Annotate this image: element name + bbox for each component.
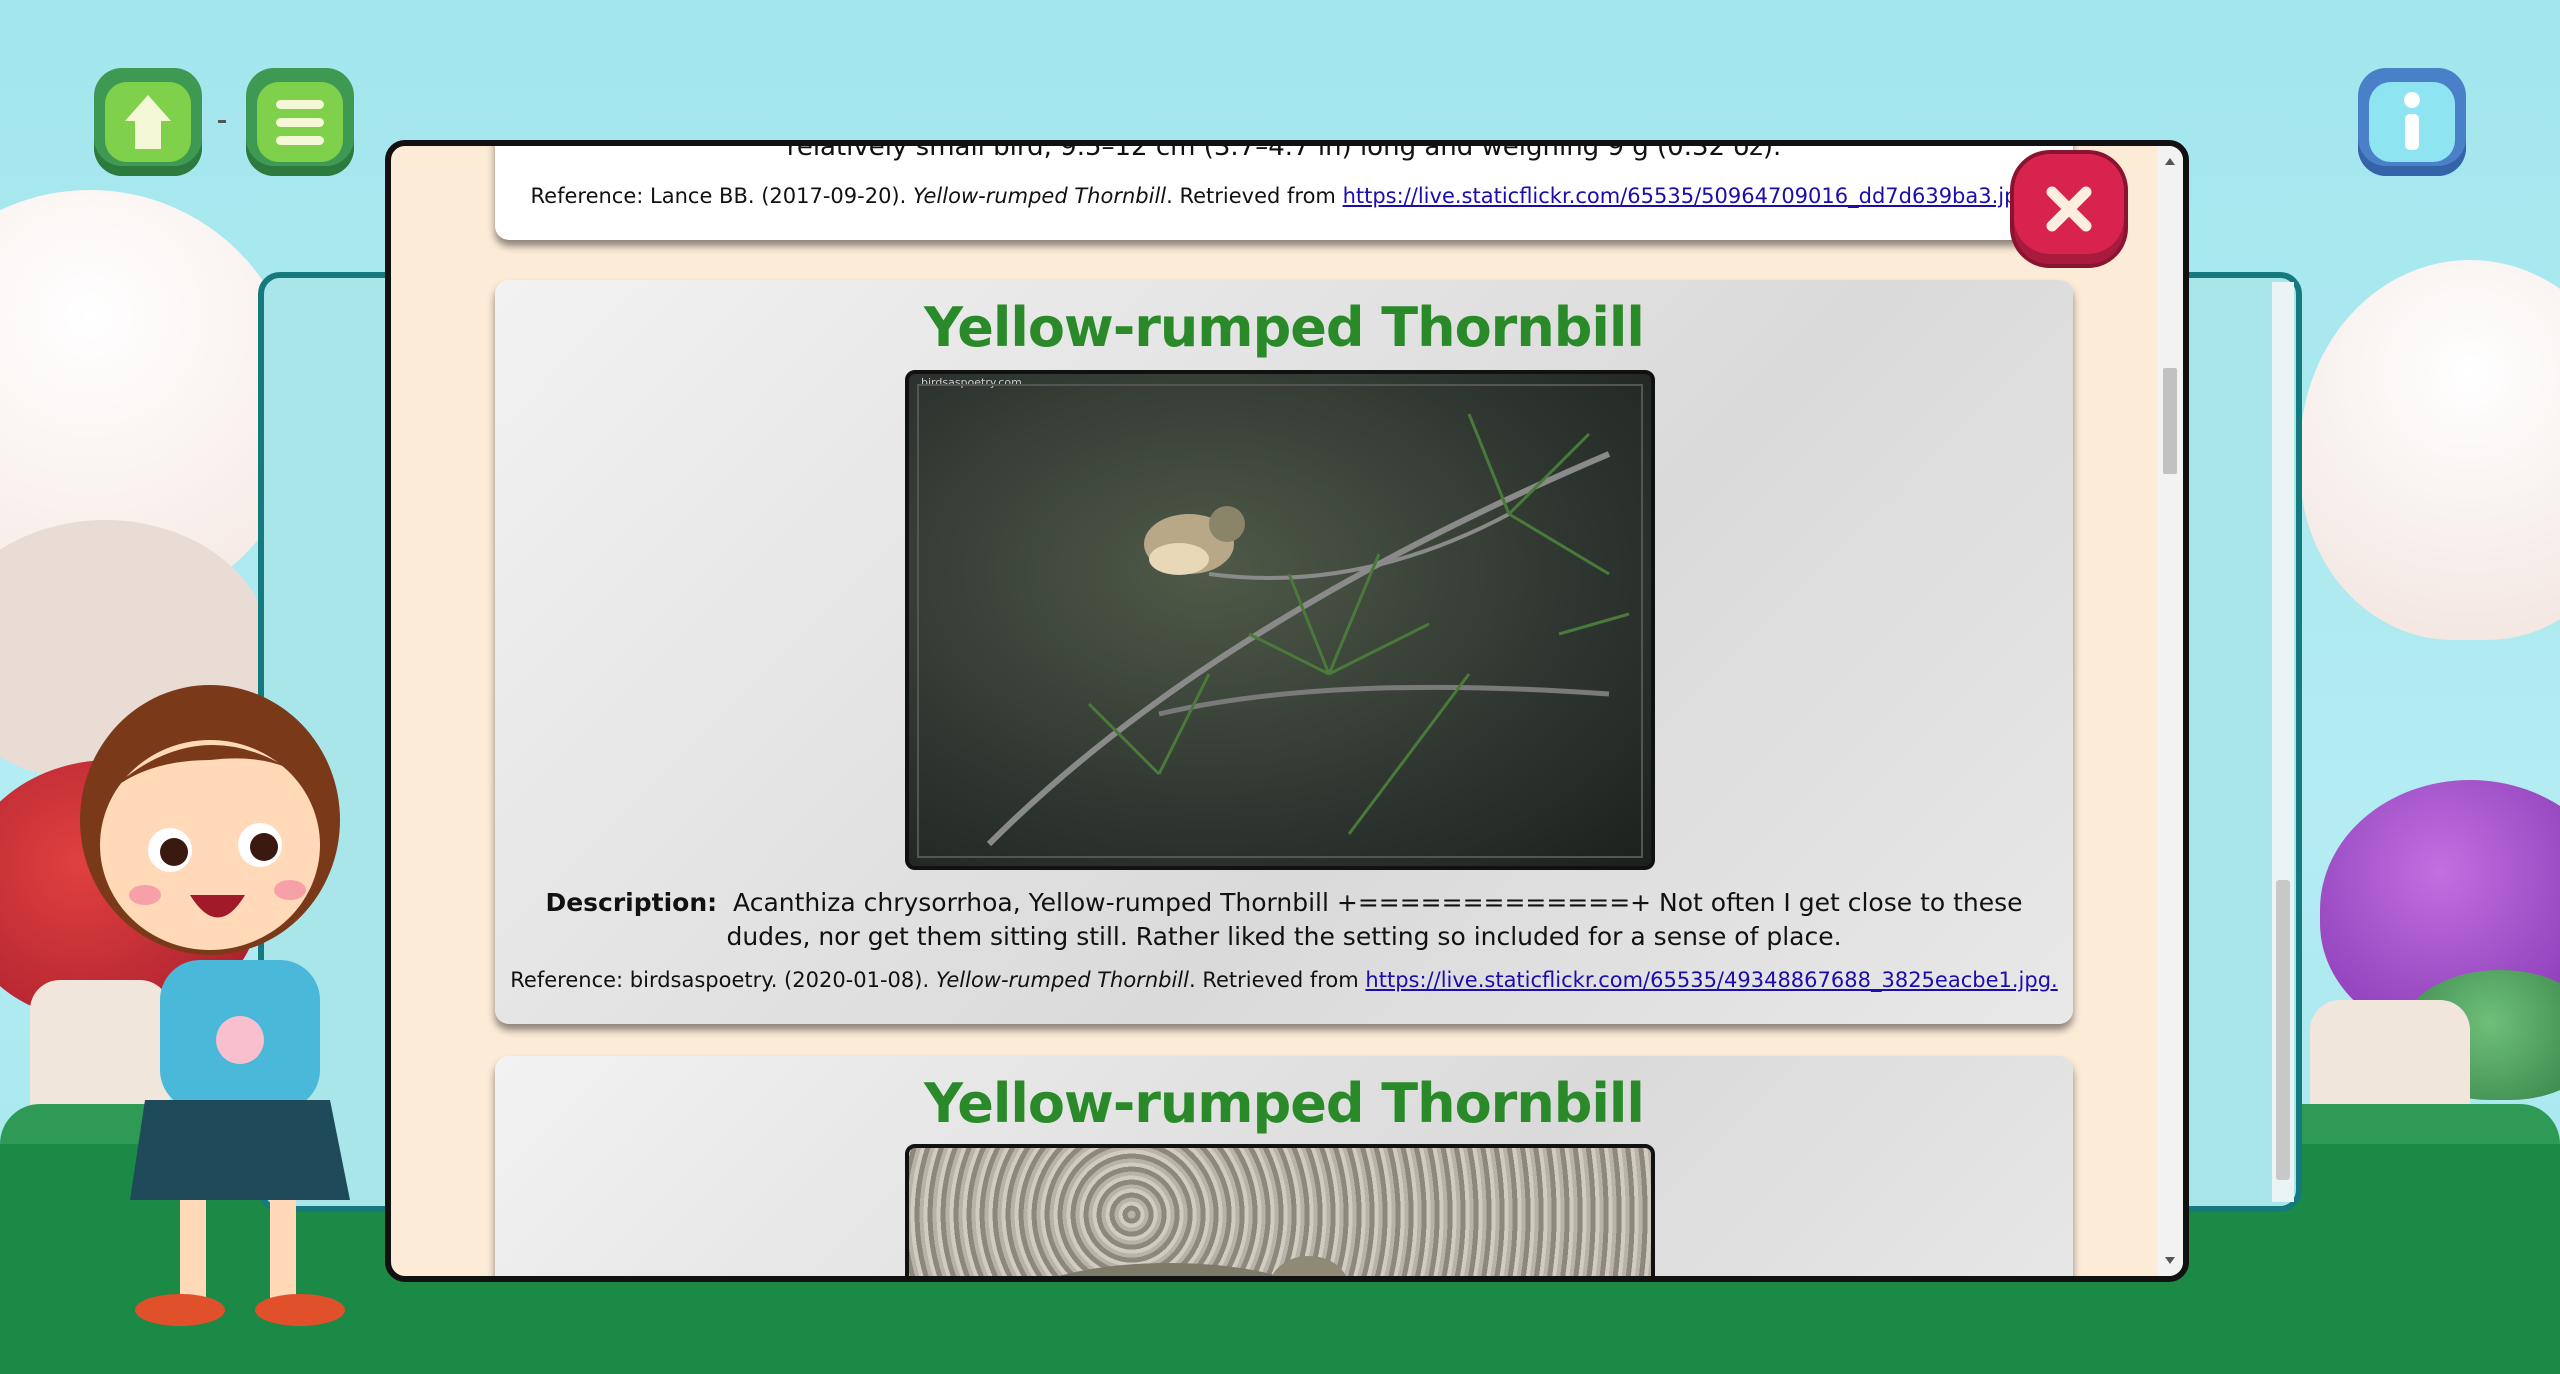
modal-scrollbar[interactable] xyxy=(2157,146,2183,1276)
home-button[interactable] xyxy=(94,68,202,176)
card-title: Yellow-rumped Thornbill xyxy=(924,1072,1645,1135)
description-label: Description: xyxy=(545,888,718,917)
bird-card-previous: relatively small bird, 9.5–12 cm (3.7–4.… xyxy=(495,140,2073,240)
card-reference: Reference: birdsaspoetry. (2020-01-08). … xyxy=(495,968,2073,992)
description-text: Acanthiza chrysorrhoa, Yellow-rumped Tho… xyxy=(726,888,2023,951)
reference-prefix: Reference: Lance BB. (2017-09-20). xyxy=(530,184,913,208)
card-title: Yellow-rumped Thornbill xyxy=(924,296,1645,359)
bird-info-modal: relatively small bird, 9.5–12 cm (3.7–4.… xyxy=(385,140,2189,1282)
modal-scroll-thumb[interactable] xyxy=(2163,368,2177,474)
nav-separator xyxy=(218,120,226,123)
background-panel-scroll-thumb[interactable] xyxy=(2276,880,2290,1180)
reference-title: Yellow-rumped Thornbill xyxy=(912,184,1167,208)
bird-card: Yellow-rumped Thornbill birdsaspoetry.co… xyxy=(495,280,2073,1024)
reference-mid: . Retrieved from xyxy=(1166,184,1343,208)
menu-icon xyxy=(257,82,343,162)
info-icon xyxy=(2404,92,2420,150)
reference-title: Yellow-rumped Thornbill xyxy=(935,968,1189,992)
card-text: relatively small bird, 9.5–12 cm (3.7–4.… xyxy=(786,140,1782,162)
info-button[interactable] xyxy=(2358,68,2466,176)
bird-photo xyxy=(905,1144,1655,1276)
bird-photo: birdsaspoetry.com xyxy=(905,370,1655,870)
scroll-down-arrow[interactable] xyxy=(2165,1257,2175,1264)
card-description: Description: Acanthiza chrysorrhoa, Yell… xyxy=(515,886,2053,954)
home-icon xyxy=(125,95,171,149)
reference-link[interactable]: https://live.staticflickr.com/65535/5096… xyxy=(1343,184,2038,208)
reference-mid: . Retrieved from xyxy=(1188,968,1366,992)
bird-illustration xyxy=(986,413,1630,847)
card-reference: Reference: Lance BB. (2017-09-20). Yello… xyxy=(495,184,2073,208)
close-button[interactable] xyxy=(2014,154,2124,264)
bird-illustration xyxy=(1059,1256,1347,1276)
reference-prefix: Reference: birdsaspoetry. (2020-01-08). xyxy=(510,968,936,992)
bird-card: Yellow-rumped Thornbill xyxy=(495,1056,2073,1276)
reference-link[interactable]: https://live.staticflickr.com/65535/4934… xyxy=(1365,968,2057,992)
close-icon xyxy=(2046,186,2092,232)
scroll-up-arrow[interactable] xyxy=(2165,158,2175,165)
menu-button[interactable] xyxy=(246,68,354,176)
girl-character xyxy=(80,685,350,1326)
